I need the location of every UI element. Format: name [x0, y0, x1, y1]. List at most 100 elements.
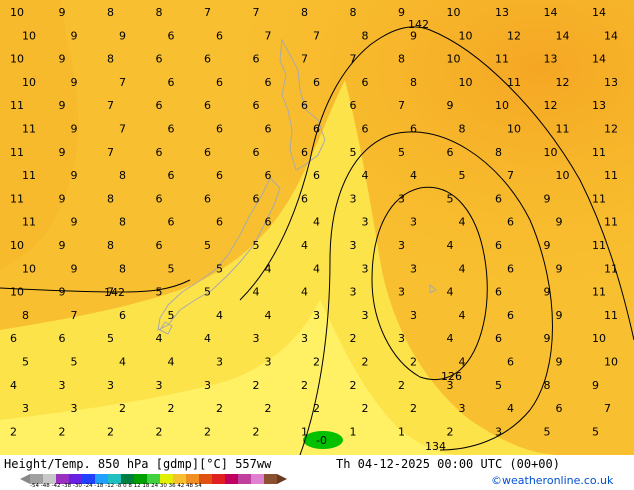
temp-value: 9 [544, 239, 551, 252]
temp-value: 13 [592, 99, 606, 112]
temp-value: 6 [313, 123, 320, 136]
temp-value: 3 [350, 239, 357, 252]
temp-value: 8 [410, 76, 417, 89]
temp-value: 10 [10, 53, 24, 66]
temp-value: 3 [204, 379, 211, 392]
temp-value: 6 [362, 76, 369, 89]
temp-value: 4 [301, 286, 308, 299]
temp-value: 6 [265, 76, 272, 89]
temp-value: 9 [71, 123, 78, 136]
temp-value: 11 [22, 169, 36, 182]
temp-value: 2 [350, 332, 357, 345]
temp-value: 9 [59, 192, 66, 205]
temp-value: 5 [71, 356, 78, 369]
temp-value: 12 [544, 99, 558, 112]
temp-value: 9 [59, 286, 66, 299]
temp-value: 10 [544, 146, 558, 159]
temp-value: 2 [265, 402, 272, 415]
temp-value: 10 [10, 286, 24, 299]
temp-value: 11 [22, 123, 36, 136]
temp-value: 6 [204, 53, 211, 66]
map-datetime: Th 04-12-2025 00:00 UTC (00+00) [336, 457, 560, 471]
temp-value: 9 [447, 99, 454, 112]
temp-value: 4 [204, 332, 211, 345]
temp-value: 2 [156, 425, 163, 438]
temp-value: 14 [544, 6, 558, 19]
temp-value: 3 [362, 262, 369, 275]
temp-value: 3 [410, 262, 417, 275]
temp-value: 2 [107, 425, 114, 438]
temp-value: 4 [362, 169, 369, 182]
temp-value: 8 [350, 6, 357, 19]
temp-value: 6 [59, 332, 66, 345]
temp-value: 2 [313, 402, 320, 415]
temp-value: 9 [544, 286, 551, 299]
temp-value: 1 [301, 425, 308, 438]
temp-value: 7 [119, 123, 126, 136]
temp-value: 9 [59, 99, 66, 112]
temp-value: 5 [495, 379, 502, 392]
temp-value: 3 [71, 402, 78, 415]
temp-value: 8 [362, 29, 369, 42]
temp-value: 9 [71, 76, 78, 89]
temp-value: 3 [313, 309, 320, 322]
temp-value: 6 [556, 402, 563, 415]
temp-value: 8 [119, 216, 126, 229]
temp-value: 3 [410, 216, 417, 229]
temp-value: 6 [507, 216, 514, 229]
temp-value: 11 [22, 216, 36, 229]
temp-value: 4 [216, 309, 223, 322]
temp-value: 7 [204, 6, 211, 19]
temp-value: 5 [204, 239, 211, 252]
temp-value: 10 [604, 356, 618, 369]
temp-value: 5 [107, 332, 114, 345]
temp-value: 6 [253, 53, 260, 66]
temp-value: 4 [507, 402, 514, 415]
temp-value: 6 [495, 192, 502, 205]
temp-value: 3 [495, 425, 502, 438]
temp-value: 5 [22, 356, 29, 369]
temp-value: 3 [362, 216, 369, 229]
temp-value: 14 [592, 6, 606, 19]
temp-value: 4 [265, 262, 272, 275]
temp-value: 8 [398, 53, 405, 66]
temp-value: 3 [410, 309, 417, 322]
temp-value: 4 [313, 262, 320, 275]
temp-value: 6 [204, 192, 211, 205]
temp-value: 6 [216, 169, 223, 182]
contour-label: 126 [441, 370, 462, 383]
temp-value: 6 [362, 123, 369, 136]
temp-value: 6 [119, 309, 126, 322]
temp-value: 3 [350, 192, 357, 205]
contour-label: 142 [408, 18, 429, 31]
credit-text: ©weatheronline.co.uk [491, 474, 614, 487]
temp-value: 5 [168, 309, 175, 322]
temp-value: 2 [350, 379, 357, 392]
temp-value: 12 [604, 123, 618, 136]
map-title: Height/Temp. 850 hPa [gdmp][°C] 557ww [4, 457, 272, 471]
temp-value: 7 [71, 309, 78, 322]
temp-value: 2 [410, 356, 417, 369]
temp-value: 8 [459, 123, 466, 136]
temp-value: 2 [204, 425, 211, 438]
temp-value: 2 [362, 356, 369, 369]
temp-value: 14 [592, 53, 606, 66]
weather-map: 10 9 8 8 7 7 8 8 9 10 13 14 1410 9 9 6 6 7 7 8 9 10 12 14 1410 9 8… [0, 0, 634, 455]
temp-value: 10 [10, 239, 24, 252]
temp-value: 6 [253, 192, 260, 205]
temp-value: 7 [107, 146, 114, 159]
temp-value: 8 [107, 192, 114, 205]
temp-value: 9 [556, 216, 563, 229]
temp-value: 9 [556, 262, 563, 275]
temp-value: 3 [156, 379, 163, 392]
temp-value: 4 [168, 356, 175, 369]
temp-value: 11 [495, 53, 509, 66]
temp-value: 2 [216, 402, 223, 415]
temp-value: 9 [556, 356, 563, 369]
temp-value: 3 [398, 332, 405, 345]
temp-value: 4 [459, 309, 466, 322]
temp-value: 2 [59, 425, 66, 438]
temp-value: 10 [592, 332, 606, 345]
temp-value: 6 [156, 146, 163, 159]
temp-value: 2 [313, 356, 320, 369]
